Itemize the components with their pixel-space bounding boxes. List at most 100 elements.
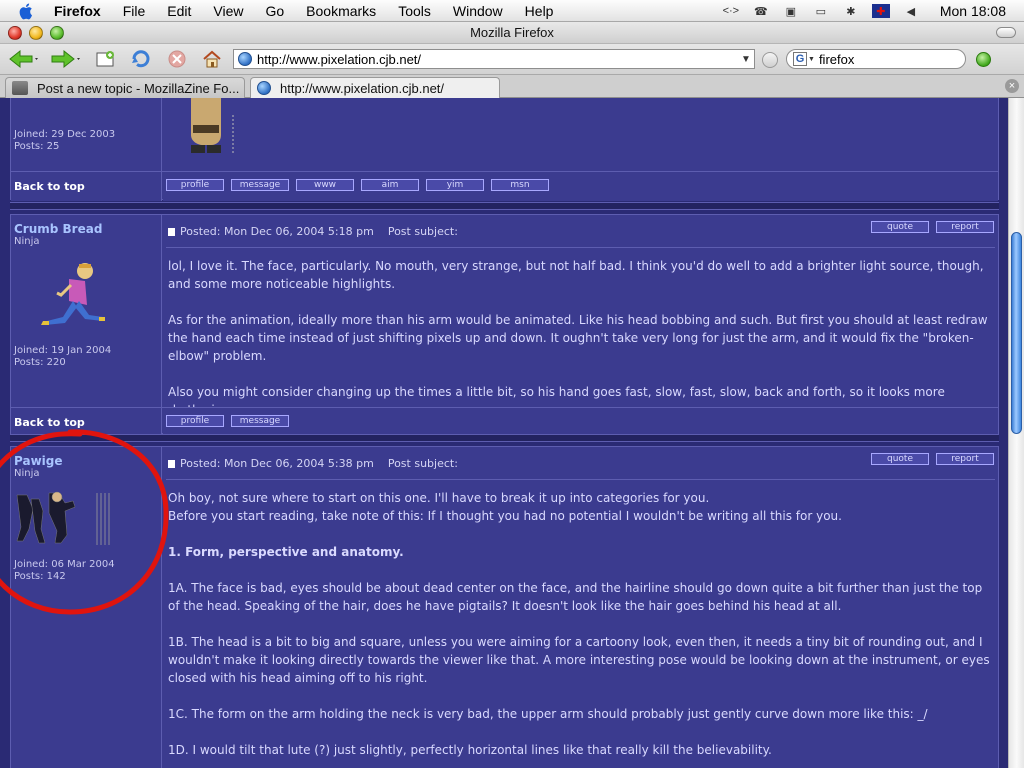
page-content: Joined: 29 Dec 2003 Posts: 25 Back to to…	[0, 98, 1008, 768]
previous-post-author-cell: Joined: 29 Dec 2003 Posts: 25	[11, 98, 162, 171]
back-to-top-link[interactable]: Back to top	[14, 180, 85, 193]
author-avatar	[41, 263, 105, 325]
post-crumb-bread: Crumb Bread Ninja Joined: 19 Jan 2004 Po…	[10, 214, 999, 435]
window-title-bar: Mozilla Firefox	[0, 22, 1024, 44]
message-button[interactable]: message	[231, 415, 289, 427]
post-divider	[10, 202, 999, 210]
navigation-toolbar: http://www.pixelation.cjb.net/ ▼ G ▼ fir…	[0, 44, 1024, 75]
tab-label: http://www.pixelation.cjb.net/	[280, 80, 445, 96]
www-button[interactable]: www	[296, 179, 354, 191]
author-joined: Joined: 29 Dec 2003	[14, 129, 116, 140]
quote-button[interactable]: quote	[871, 453, 929, 465]
author-rank: Ninja	[14, 236, 40, 247]
post-section-heading: 1. Form, perspective and anatomy.	[168, 545, 404, 559]
display-icon[interactable]: ▣	[782, 4, 800, 18]
menu-extras: <·> ☎ ▣ ▭ ✱ ✚ ◀ Mon 18:08	[722, 0, 1006, 22]
menu-bar: Firefox File Edit View Go Bookmarks Tool…	[0, 0, 1024, 22]
post-text: Oh boy, not sure where to start on this …	[168, 489, 992, 768]
site-globe-icon	[238, 52, 252, 66]
url-text[interactable]: http://www.pixelation.cjb.net/	[257, 52, 738, 67]
apple-menu-icon[interactable]	[16, 0, 38, 22]
author-posts: Posts: 25	[14, 141, 60, 152]
msn-button[interactable]: msn	[491, 179, 549, 191]
post-header: Posted: Mon Dec 06, 2004 5:18 pm Post sub…	[168, 225, 458, 238]
author-name-link[interactable]: Crumb Bread	[14, 222, 102, 236]
google-engine-icon[interactable]: G	[793, 52, 807, 66]
report-button[interactable]: report	[936, 221, 994, 233]
url-bar[interactable]: http://www.pixelation.cjb.net/ ▼	[233, 49, 755, 69]
engine-dropdown-icon[interactable]: ▼	[808, 56, 815, 63]
scrollbar-thumb[interactable]	[1011, 232, 1022, 434]
home-button[interactable]	[199, 48, 225, 70]
post-body-cell: Posted: Mon Dec 06, 2004 5:18 pm Post sub…	[163, 215, 998, 417]
post-paragraph: Before you start reading, take note of t…	[168, 509, 842, 523]
tab-mozillazine[interactable]: Post a new topic - MozillaZine Fo...	[5, 77, 245, 98]
previous-post-body-cell	[163, 98, 998, 171]
post-date: Posted: Mon Dec 06, 2004 5:38 pm	[180, 457, 374, 470]
bluetooth-icon[interactable]: ✱	[842, 4, 860, 18]
post-date: Posted: Mon Dec 06, 2004 5:18 pm	[180, 225, 374, 238]
toolbar-toggle-button[interactable]	[996, 27, 1016, 38]
menu-bookmarks[interactable]: Bookmarks	[306, 3, 376, 19]
minimize-window-button[interactable]	[29, 26, 43, 40]
menu-file[interactable]: File	[123, 3, 146, 19]
post-subject-label: Post subject:	[387, 225, 458, 238]
volume-icon[interactable]: ◀	[902, 4, 920, 18]
reload-button[interactable]	[128, 48, 154, 70]
post-icon	[168, 228, 175, 236]
quote-button[interactable]: quote	[871, 221, 929, 233]
menu-window[interactable]: Window	[453, 3, 503, 19]
author-joined: Joined: 19 Jan 2004	[14, 345, 112, 356]
post-body-cell: Posted: Mon Dec 06, 2004 5:38 pm Post sub…	[163, 447, 998, 768]
menu-help[interactable]: Help	[525, 3, 554, 19]
menubar-clock[interactable]: Mon 18:08	[940, 3, 1006, 19]
yim-button[interactable]: yim	[426, 179, 484, 191]
back-to-top-cell: Back to top	[11, 172, 162, 201]
network-arrows-icon[interactable]: <·>	[722, 4, 740, 18]
back-arrow-icon	[9, 49, 38, 69]
mozillazine-favicon	[12, 81, 28, 95]
profile-button[interactable]: profile	[166, 179, 224, 191]
close-window-button[interactable]	[8, 26, 22, 40]
aim-button[interactable]: aim	[361, 179, 419, 191]
menu-tools[interactable]: Tools	[398, 3, 431, 19]
post-paragraph: 1D. I would tilt that lute (?) just slig…	[168, 743, 772, 757]
tab-bar: Post a new topic - MozillaZine Fo... htt…	[0, 75, 1024, 98]
menu-edit[interactable]: Edit	[167, 3, 191, 19]
zoom-window-button[interactable]	[50, 26, 64, 40]
search-box[interactable]: G ▼ firefox	[786, 49, 966, 69]
uk-flag-icon[interactable]: ✚	[871, 4, 890, 18]
url-history-dropdown-icon[interactable]: ▼	[738, 54, 754, 65]
post-paragraph: As for the animation, ideally more than …	[168, 313, 988, 363]
phone-icon[interactable]: ☎	[752, 4, 770, 18]
menu-go[interactable]: Go	[265, 3, 284, 19]
app-menu-firefox[interactable]: Firefox	[54, 3, 101, 19]
search-go-button[interactable]	[976, 52, 991, 67]
search-input[interactable]: firefox	[819, 52, 854, 67]
battery-icon[interactable]: ▭	[812, 4, 830, 18]
post-subject-label: Post subject:	[387, 457, 458, 470]
forward-button[interactable]	[48, 48, 82, 70]
stop-button[interactable]	[164, 48, 190, 70]
post-paragraph: lol, I love it. The face, particularly. …	[168, 259, 984, 291]
report-button[interactable]: report	[936, 453, 994, 465]
stop-icon	[168, 50, 186, 68]
new-tab-button[interactable]	[92, 48, 118, 70]
tab-pixelation[interactable]: http://www.pixelation.cjb.net/	[250, 77, 500, 98]
red-highlight-circle	[0, 429, 169, 615]
author-cell: Crumb Bread Ninja Joined: 19 Jan 2004 Po…	[11, 215, 162, 407]
home-icon	[203, 50, 221, 68]
go-button[interactable]	[762, 52, 778, 68]
profile-button[interactable]: profile	[166, 415, 224, 427]
vertical-scrollbar[interactable]	[1008, 98, 1024, 768]
message-button[interactable]: message	[231, 179, 289, 191]
back-button[interactable]	[6, 48, 40, 70]
previous-post: Joined: 29 Dec 2003 Posts: 25 Back to to…	[10, 98, 999, 201]
menu-view[interactable]: View	[213, 3, 243, 19]
reload-icon	[132, 50, 150, 68]
profile-buttons-cell: profile message	[163, 408, 998, 435]
post-header: Posted: Mon Dec 06, 2004 5:38 pm Post sub…	[168, 457, 458, 470]
post-paragraph: 1A. The face is bad, eyes should be abou…	[168, 581, 983, 613]
post-paragraph: 1B. The head is a bit to big and square,…	[168, 635, 990, 685]
close-tab-icon[interactable]: ×	[1005, 79, 1019, 93]
